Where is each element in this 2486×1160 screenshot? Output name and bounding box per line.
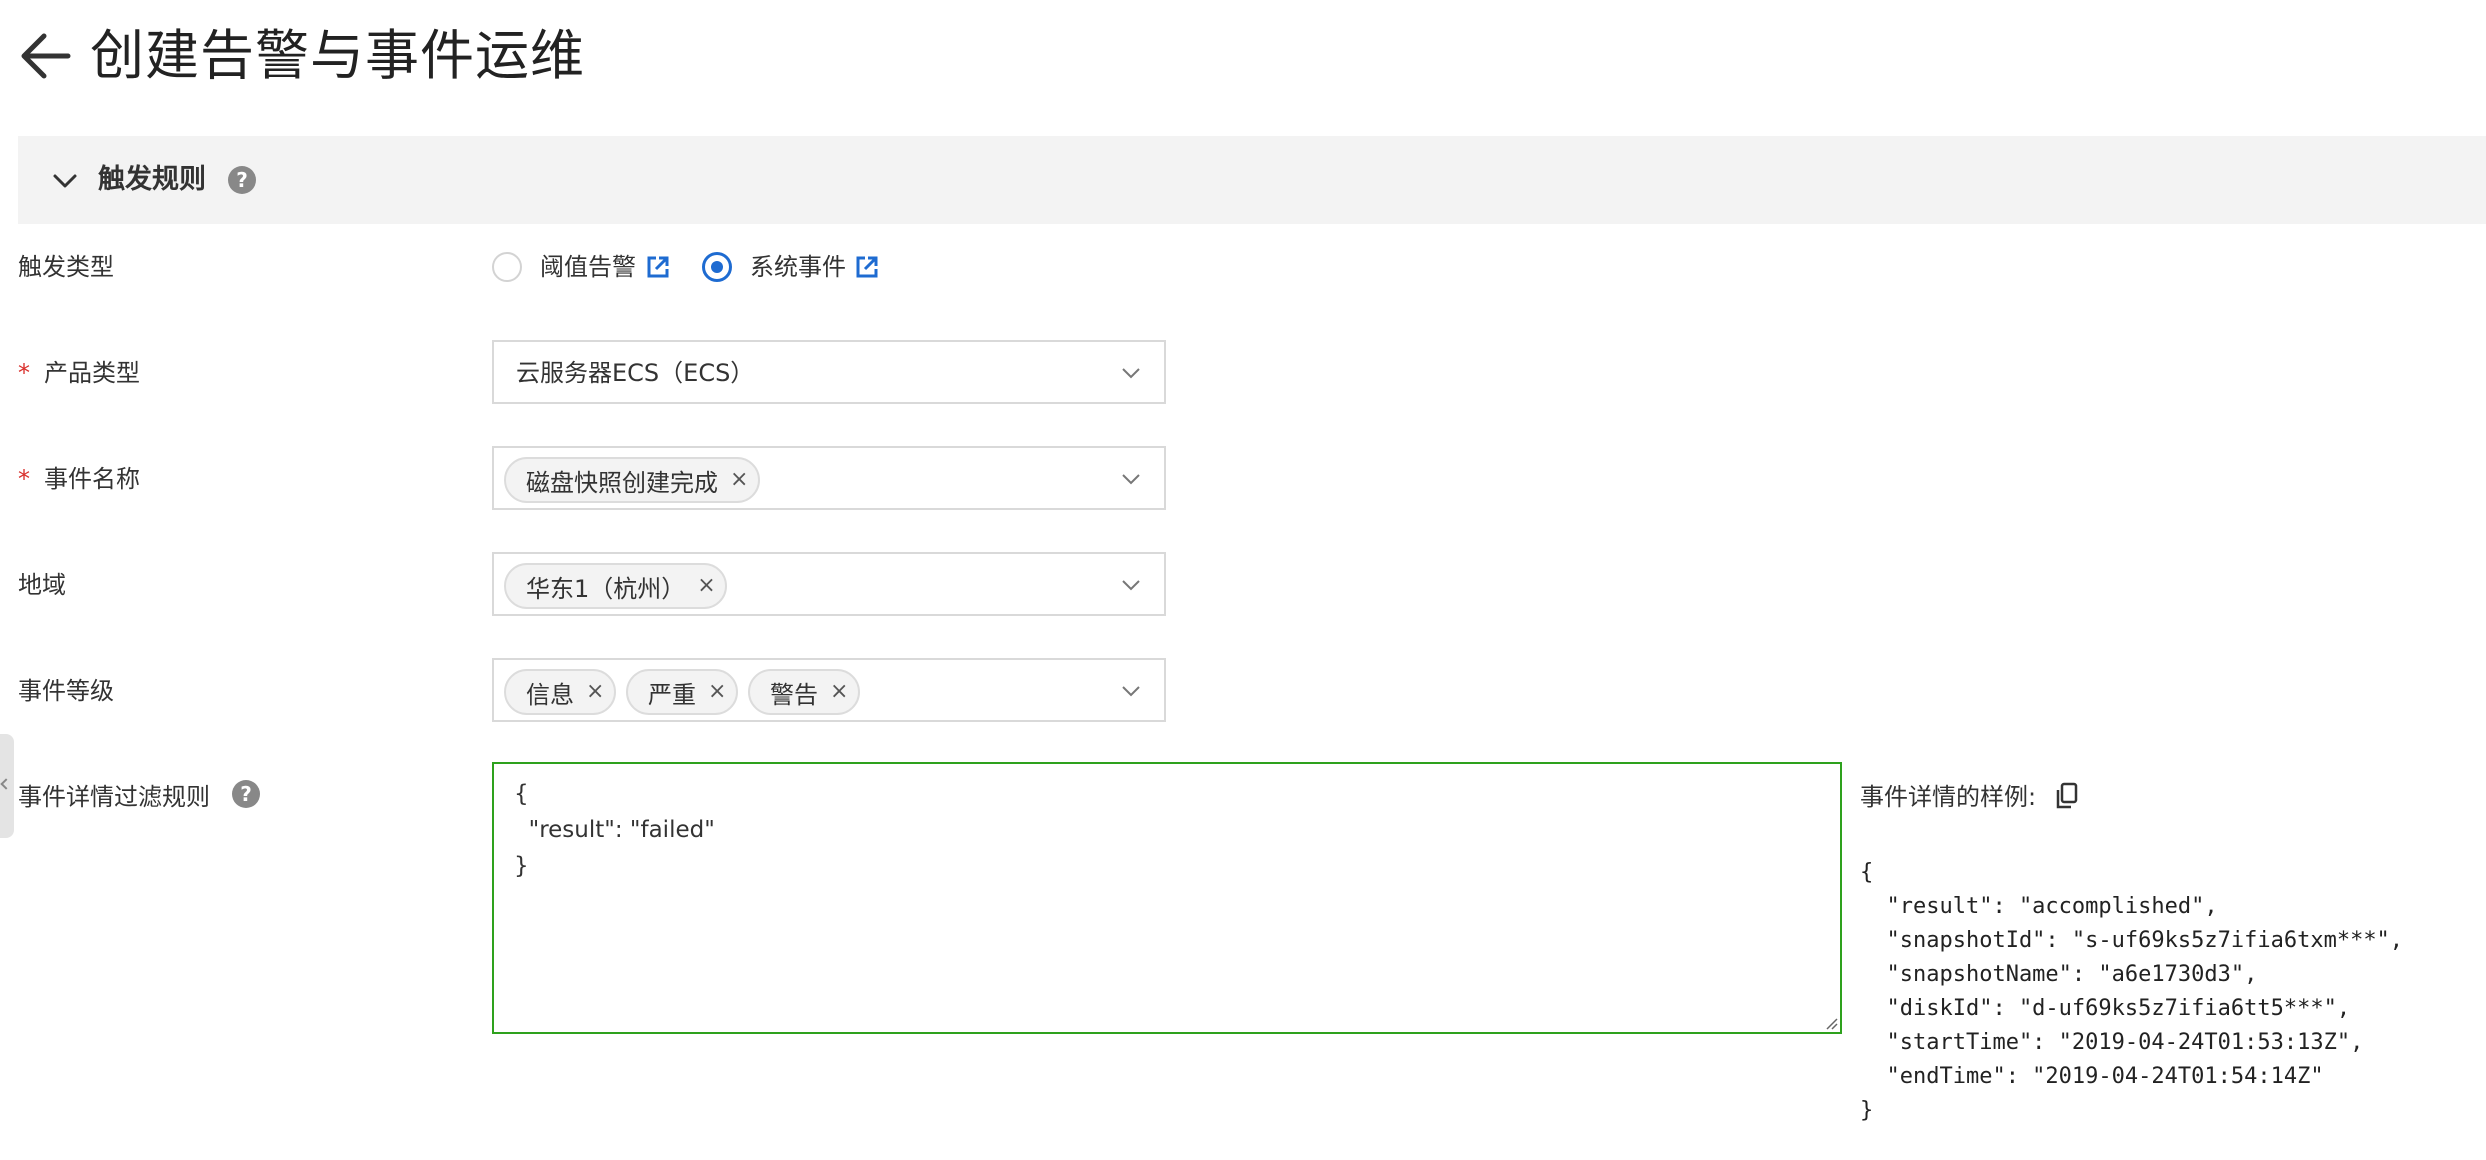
radio-system-event[interactable] [702,252,732,282]
tag-label: 信息 [526,680,574,709]
event-level-tags: 信息 × 严重 × 警告 × [504,669,860,715]
tag-label: 警告 [770,680,818,709]
help-icon[interactable]: ? [228,166,256,194]
close-icon[interactable]: × [697,575,715,597]
trigger-type-label: 触发类型 [18,253,114,281]
chevron-down-icon [1122,368,1140,379]
tag-disk-snapshot-completed: 磁盘快照创建完成 × [504,457,760,503]
required-mark: * [18,465,30,493]
chevron-down-icon [1122,474,1140,485]
help-icon[interactable]: ? [232,780,260,808]
external-link-icon[interactable] [645,254,671,280]
tag-label: 严重 [648,680,696,709]
event-name-tags: 磁盘快照创建完成 × [504,457,760,503]
region-select[interactable]: 华东1（杭州） × [492,552,1166,616]
region-tags: 华东1（杭州） × [504,563,728,609]
filter-rule-textarea[interactable]: { "result": "failed" } [492,762,1842,1034]
tag-level-critical: 严重 × [626,669,738,715]
region-label: 地域 [18,571,66,599]
required-mark: * [18,359,30,387]
tag-level-info: 信息 × [504,669,616,715]
product-type-select[interactable]: 云服务器ECS（ECS） [492,340,1166,404]
close-icon[interactable]: × [708,681,726,703]
event-level-select[interactable]: 信息 × 严重 × 警告 × [492,658,1166,722]
resize-handle-icon[interactable] [1824,1016,1838,1030]
product-type-label: * 产品类型 [18,356,140,390]
chevron-down-icon [1122,580,1140,591]
page: 创建告警与事件运维 触发规则 ? 触发类型 阈值告警 系统事件 * 产品类型 云服… [0,0,2486,1160]
radio-system-event-label[interactable]: 系统事件 [750,250,846,284]
chevron-down-icon [1122,686,1140,697]
section-header-trigger-rules: 触发规则 ? [18,136,2486,224]
close-icon[interactable]: × [586,681,604,703]
event-name-label: * 事件名称 [18,462,140,496]
section-title: 触发规则 [98,164,206,195]
page-title: 创建告警与事件运维 [90,24,585,87]
event-level-label: 事件等级 [18,677,114,705]
tag-label: 磁盘快照创建完成 [526,468,718,497]
close-icon[interactable]: × [830,681,848,703]
event-name-label-text: 事件名称 [44,465,140,493]
event-name-select[interactable]: 磁盘快照创建完成 × [492,446,1166,510]
product-type-label-text: 产品类型 [44,359,140,387]
external-link-icon[interactable] [854,254,880,280]
close-icon[interactable]: × [730,469,748,491]
radio-threshold-alert-label[interactable]: 阈值告警 [540,250,636,284]
tag-region-hangzhou: 华东1（杭州） × [504,563,728,609]
sample-label: 事件详情的样例: [1860,783,2037,811]
chevron-down-icon[interactable] [48,164,82,198]
sidebar-toggle-handle[interactable] [0,734,14,838]
radio-threshold-alert[interactable] [492,252,522,282]
back-arrow-icon[interactable] [18,28,74,84]
filter-rule-label: 事件详情过滤规则 [18,783,210,811]
sample-code: { "result": "accomplished", "snapshotId"… [1860,860,2404,1123]
product-type-value: 云服务器ECS（ECS） [516,359,755,387]
tag-label: 华东1（杭州） [526,574,686,603]
tag-level-warning: 警告 × [748,669,860,715]
copy-icon[interactable] [2054,782,2080,810]
